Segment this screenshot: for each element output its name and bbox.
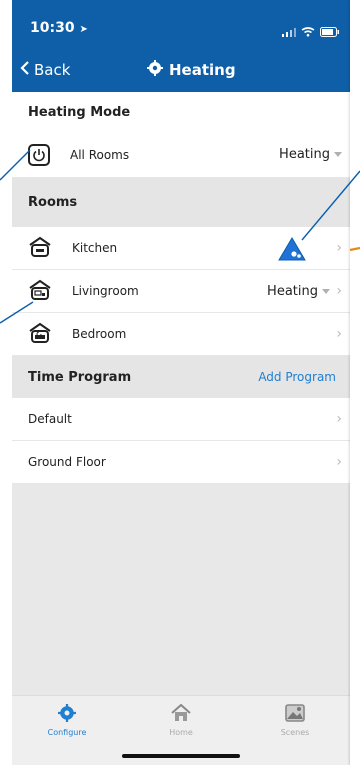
program-row-ground-floor[interactable]: Ground Floor › [12,441,350,484]
gear-icon [147,60,163,80]
image-icon [255,704,335,724]
wifi-icon [301,22,315,41]
chevron-right-icon: › [336,240,342,256]
phone-frame-left [0,0,12,765]
livingroom-icon [28,279,52,304]
tab-home[interactable]: Home [141,703,221,737]
room-row-bedroom[interactable]: Bedroom › [12,313,350,356]
livingroom-mode-value: Heating [267,283,318,299]
room-label-bedroom: Bedroom [72,327,127,341]
tab-label-home: Home [169,728,193,737]
tab-scenes[interactable]: Scenes [255,704,335,737]
program-label-default: Default [28,412,72,426]
phone-mockup: 10:30 ➤ Back Heating Heating Mode All Ro… [0,0,360,765]
tab-configure[interactable]: Configure [27,704,107,737]
tab-bar: Configure Home Scenes [12,695,350,765]
tab-label-configure: Configure [47,728,87,737]
home-icon [141,703,221,724]
navigation-header: 10:30 ➤ Back Heating [12,0,350,92]
room-row-livingroom[interactable]: Livingroom Heating › [12,270,350,313]
heating-mode-value: Heating [279,147,330,162]
main-content: Heating Mode All Rooms Heating Rooms Kit… [12,92,350,484]
location-arrow-icon: ➤ [79,24,88,35]
program-row-default[interactable]: Default › [12,398,350,441]
home-indicator[interactable] [122,754,240,758]
bedroom-icon [28,322,52,347]
kitchen-icon [28,236,52,261]
status-time: 10:30 ➤ [30,20,88,36]
heating-mode-header: Heating Mode [12,92,350,132]
phone-frame-right [350,0,360,765]
signal-icon [282,22,296,41]
dropdown-caret-icon [334,152,342,157]
chevron-right-icon: › [336,454,342,470]
chevron-right-icon: › [336,326,342,342]
battery-icon [320,22,340,41]
page-title-text: Heating [169,61,236,79]
warning-badge-icon[interactable] [278,236,306,265]
chevron-right-icon: › [336,411,342,427]
status-icons [282,22,340,41]
back-label: Back [34,61,71,79]
room-label-kitchen: Kitchen [72,241,118,255]
power-icon [28,143,50,166]
time-program-header: Time Program Add Program [12,356,350,398]
app-screen: 10:30 ➤ Back Heating Heating Mode All Ro… [12,0,350,765]
add-program-button[interactable]: Add Program [258,370,336,384]
chevron-right-icon: › [336,283,342,299]
page-title: Heating [147,60,236,80]
all-rooms-row[interactable]: All Rooms Heating [12,132,350,178]
program-label-ground-floor: Ground Floor [28,455,106,469]
back-button[interactable]: Back [20,60,70,80]
room-row-kitchen[interactable]: Kitchen › [12,227,350,270]
gear-icon [27,704,107,724]
room-label-livingroom: Livingroom [72,284,139,298]
rooms-header: Rooms [12,178,350,227]
house-roof-shape [26,139,51,149]
livingroom-mode-dropdown[interactable]: Heating [267,284,330,299]
all-rooms-label: All Rooms [70,147,130,162]
chevron-left-icon [20,60,30,80]
dropdown-caret-icon [322,288,330,294]
heating-mode-dropdown[interactable]: Heating [279,147,342,162]
tab-label-scenes: Scenes [280,728,310,737]
